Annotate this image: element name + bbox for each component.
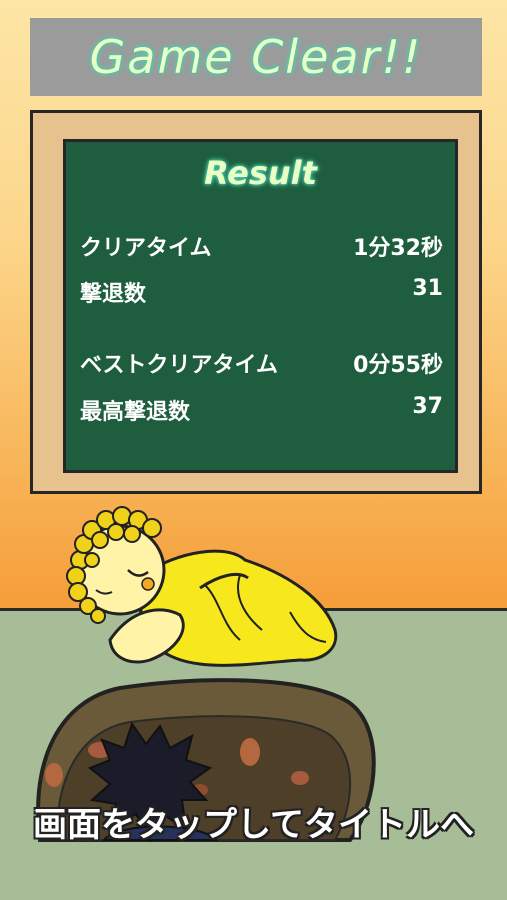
- sleeping-character-icon: [74, 524, 338, 667]
- scene-illustration: [36, 506, 376, 843]
- game-clear-screen[interactable]: Game Clear!! Result クリアタイム 1分32秒 撃退数 31 …: [0, 0, 507, 900]
- tap-to-title-hint[interactable]: 画面をタップしてタイトルへ: [0, 797, 507, 846]
